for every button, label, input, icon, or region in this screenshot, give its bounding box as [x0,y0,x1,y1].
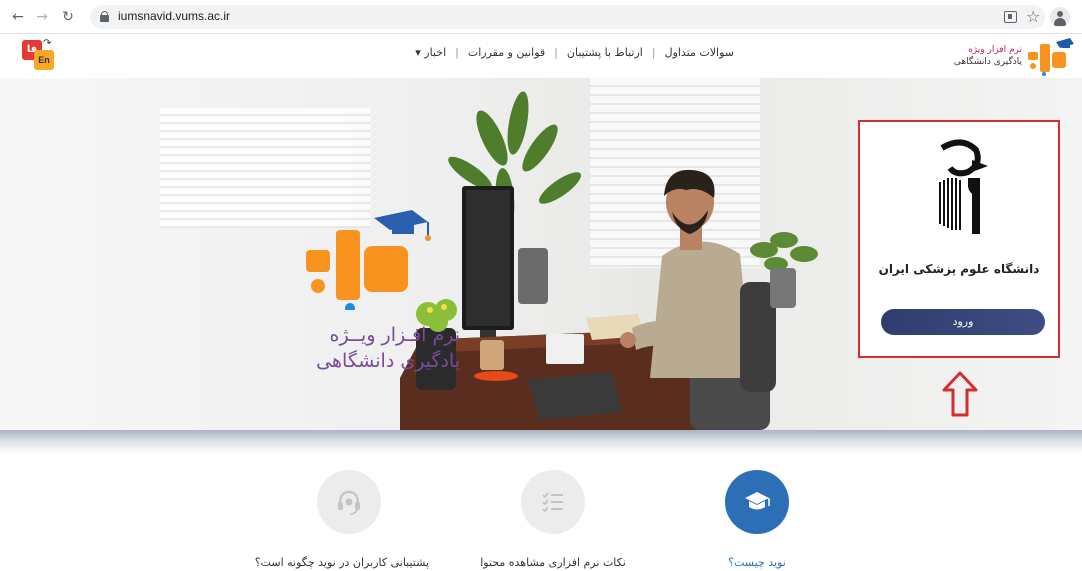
reload-icon[interactable]: ↻ [58,7,78,27]
nav-contact-support[interactable]: ارتباط با پشتیبان [561,46,649,59]
site-header: فا En ↷ سوالات متداول | ارتباط با پشتیبا… [0,34,1082,78]
navid-logo-icon [1028,38,1074,76]
nav-faq[interactable]: سوالات متداول [659,46,740,59]
feature-label[interactable]: پشتیبانی کاربران در نوید چگونه است؟ [255,556,429,569]
hero-bottom-gradient [0,430,1082,454]
nav-separator: | [455,46,459,59]
feature-software-tips[interactable]: نکات نرم افزاری مشاهده محتوا [473,470,633,569]
feature-icon-circle[interactable] [521,470,585,534]
headset-icon [338,490,360,515]
nav-separator: | [554,46,558,59]
nav-separator: | [651,46,656,59]
login-card: دانشگاه علوم پزشکی ایران ورود [858,120,1060,358]
forward-arrow-icon[interactable]: → [32,7,52,27]
feature-icon-circle[interactable] [725,470,789,534]
address-bar[interactable]: iumsnavid.vums.ac.ir [90,5,1045,29]
login-button[interactable]: ورود [881,309,1045,335]
profile-icon[interactable] [1050,7,1070,27]
lock-icon[interactable] [100,11,109,22]
feature-icon-circle[interactable] [317,470,381,534]
translate-icon[interactable] [1004,11,1017,23]
url-text: iumsnavid.vums.ac.ir [118,9,231,23]
nav-rules[interactable]: قوانین و مقررات [462,46,551,59]
checklist-icon [542,492,563,513]
hero-slogan-line-2: یادگیری دانشگاهی [316,350,460,372]
brand-line-1: نرم افزار ویژه [968,45,1022,55]
swap-arrow-icon: ↷ [43,38,52,49]
feature-what-is-navid[interactable]: نوید چیست؟ [677,470,837,569]
graduation-cap-icon [745,492,770,510]
feature-label[interactable]: نوید چیست؟ [677,556,837,569]
nav-news-dropdown[interactable]: اخبار ▾ [409,46,452,59]
brand-logo-link[interactable]: نرم افزار ویژه یادگیری دانشگاهی [940,36,1080,76]
feature-user-support[interactable]: پشتیبانی کاربران در نوید چگونه است؟ [255,470,429,569]
star-icon[interactable]: ☆ [1026,7,1040,26]
language-switch-button[interactable]: فا En ↷ [22,38,56,72]
university-emblem-icon [939,139,988,234]
brand-line-2: یادگیری دانشگاهی [953,57,1022,67]
feature-label[interactable]: نکات نرم افزاری مشاهده محتوا [473,556,633,569]
browser-toolbar: ← → ↻ iumsnavid.vums.ac.ir ☆ [0,0,1082,34]
top-nav: سوالات متداول | ارتباط با پشتیبان | قوان… [380,46,740,59]
navid-hero-logo-icon [306,210,431,310]
lang-en-badge: En [34,50,54,70]
hero-slogan-line-1: نرم افـزار ویــژه [329,324,460,346]
up-arrow-annotation-icon [942,371,978,417]
university-name: دانشگاه علوم پزشکی ایران [878,262,1040,276]
office-scene-image [400,91,818,430]
brand-text: نرم افزار ویژه یادگیری دانشگاهی [954,44,1022,68]
back-arrow-icon[interactable]: ← [8,7,28,27]
hero-slogan: نرم افـزار ویــژه یادگیری دانشگاهی [240,322,460,374]
